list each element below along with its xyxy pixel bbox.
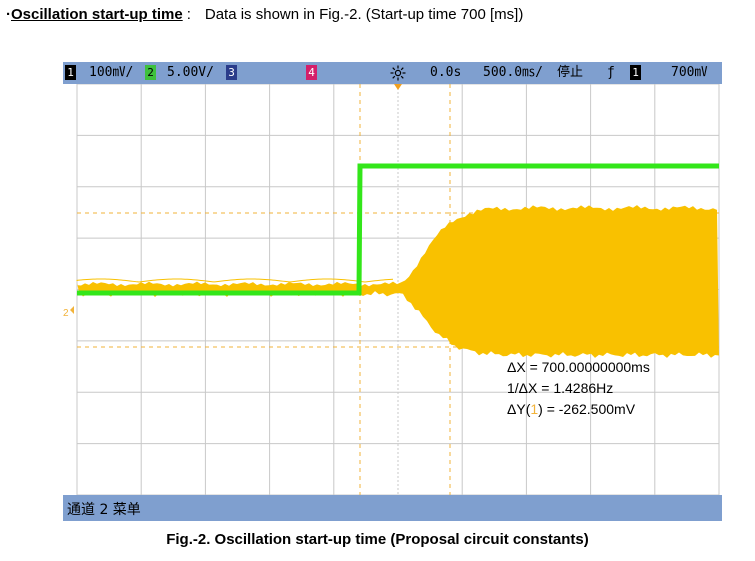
trigger-position: 0.0s xyxy=(430,65,462,80)
delta-y-readout: ΔY(1) = -262.500mV xyxy=(507,401,636,417)
delta-y-prefix: ΔY( xyxy=(507,401,531,417)
timebase: 500.0㎳/ xyxy=(483,65,543,80)
channel-2-menu-label[interactable]: 通道 2 菜单 xyxy=(67,499,141,519)
ch1-ground-arrow xyxy=(70,306,74,314)
trigger-source-indicator: 1 xyxy=(630,65,641,80)
delta-y-suffix: ) = -262.500mV xyxy=(538,401,636,417)
scope-status-bar: 1 100㎷/ 2 5.00V/ 3 4 0.0s 500.0㎳/ 停止 ƒ 1… xyxy=(63,62,722,84)
oscilloscope-screenshot: 1 100㎷/ 2 5.00V/ 3 4 0.0s 500.0㎳/ 停止 ƒ 1… xyxy=(63,62,722,521)
ch3-indicator: 3 xyxy=(226,65,237,80)
trigger-sun-icon xyxy=(390,65,406,81)
ground-marker: 2 xyxy=(63,308,69,319)
heading-colon: : xyxy=(186,6,191,23)
waveform-canvas: 2 ΔX = 700.00000000ms 1/ΔX = 1.4286Hz ΔY… xyxy=(63,83,720,496)
delta-x-readout: ΔX = 700.00000000ms xyxy=(507,359,650,375)
ch2-indicator: 2 xyxy=(145,65,156,80)
ch2-scale: 5.00V/ xyxy=(167,65,214,80)
section-heading: ·Oscillation start-up time: Data is shown… xyxy=(6,6,523,23)
waveform-display: 2 ΔX = 700.00000000ms 1/ΔX = 1.4286Hz ΔY… xyxy=(63,83,722,496)
ch1-trace-noise xyxy=(76,278,394,283)
trigger-position-marker xyxy=(394,84,402,90)
softkey-bar: 通道 2 菜单 xyxy=(63,495,722,521)
heading-title: Oscillation start-up time xyxy=(11,6,183,23)
heading-text: Data is shown in Fig.-2. (Start-up time … xyxy=(204,6,524,23)
figure-caption: Fig.-2. Oscillation start-up time (Propo… xyxy=(166,531,589,548)
ch4-indicator: 4 xyxy=(306,65,317,80)
inverse-delta-x-readout: 1/ΔX = 1.4286Hz xyxy=(507,380,613,396)
ch1-indicator: 1 xyxy=(65,65,76,80)
ch1-scale: 100㎷/ xyxy=(89,65,134,80)
run-state: 停止 xyxy=(557,65,584,80)
trigger-level: 700㎷ xyxy=(671,65,708,80)
delta-y-channel: 1 xyxy=(530,401,538,417)
trigger-slope-icon: ƒ xyxy=(607,65,615,80)
